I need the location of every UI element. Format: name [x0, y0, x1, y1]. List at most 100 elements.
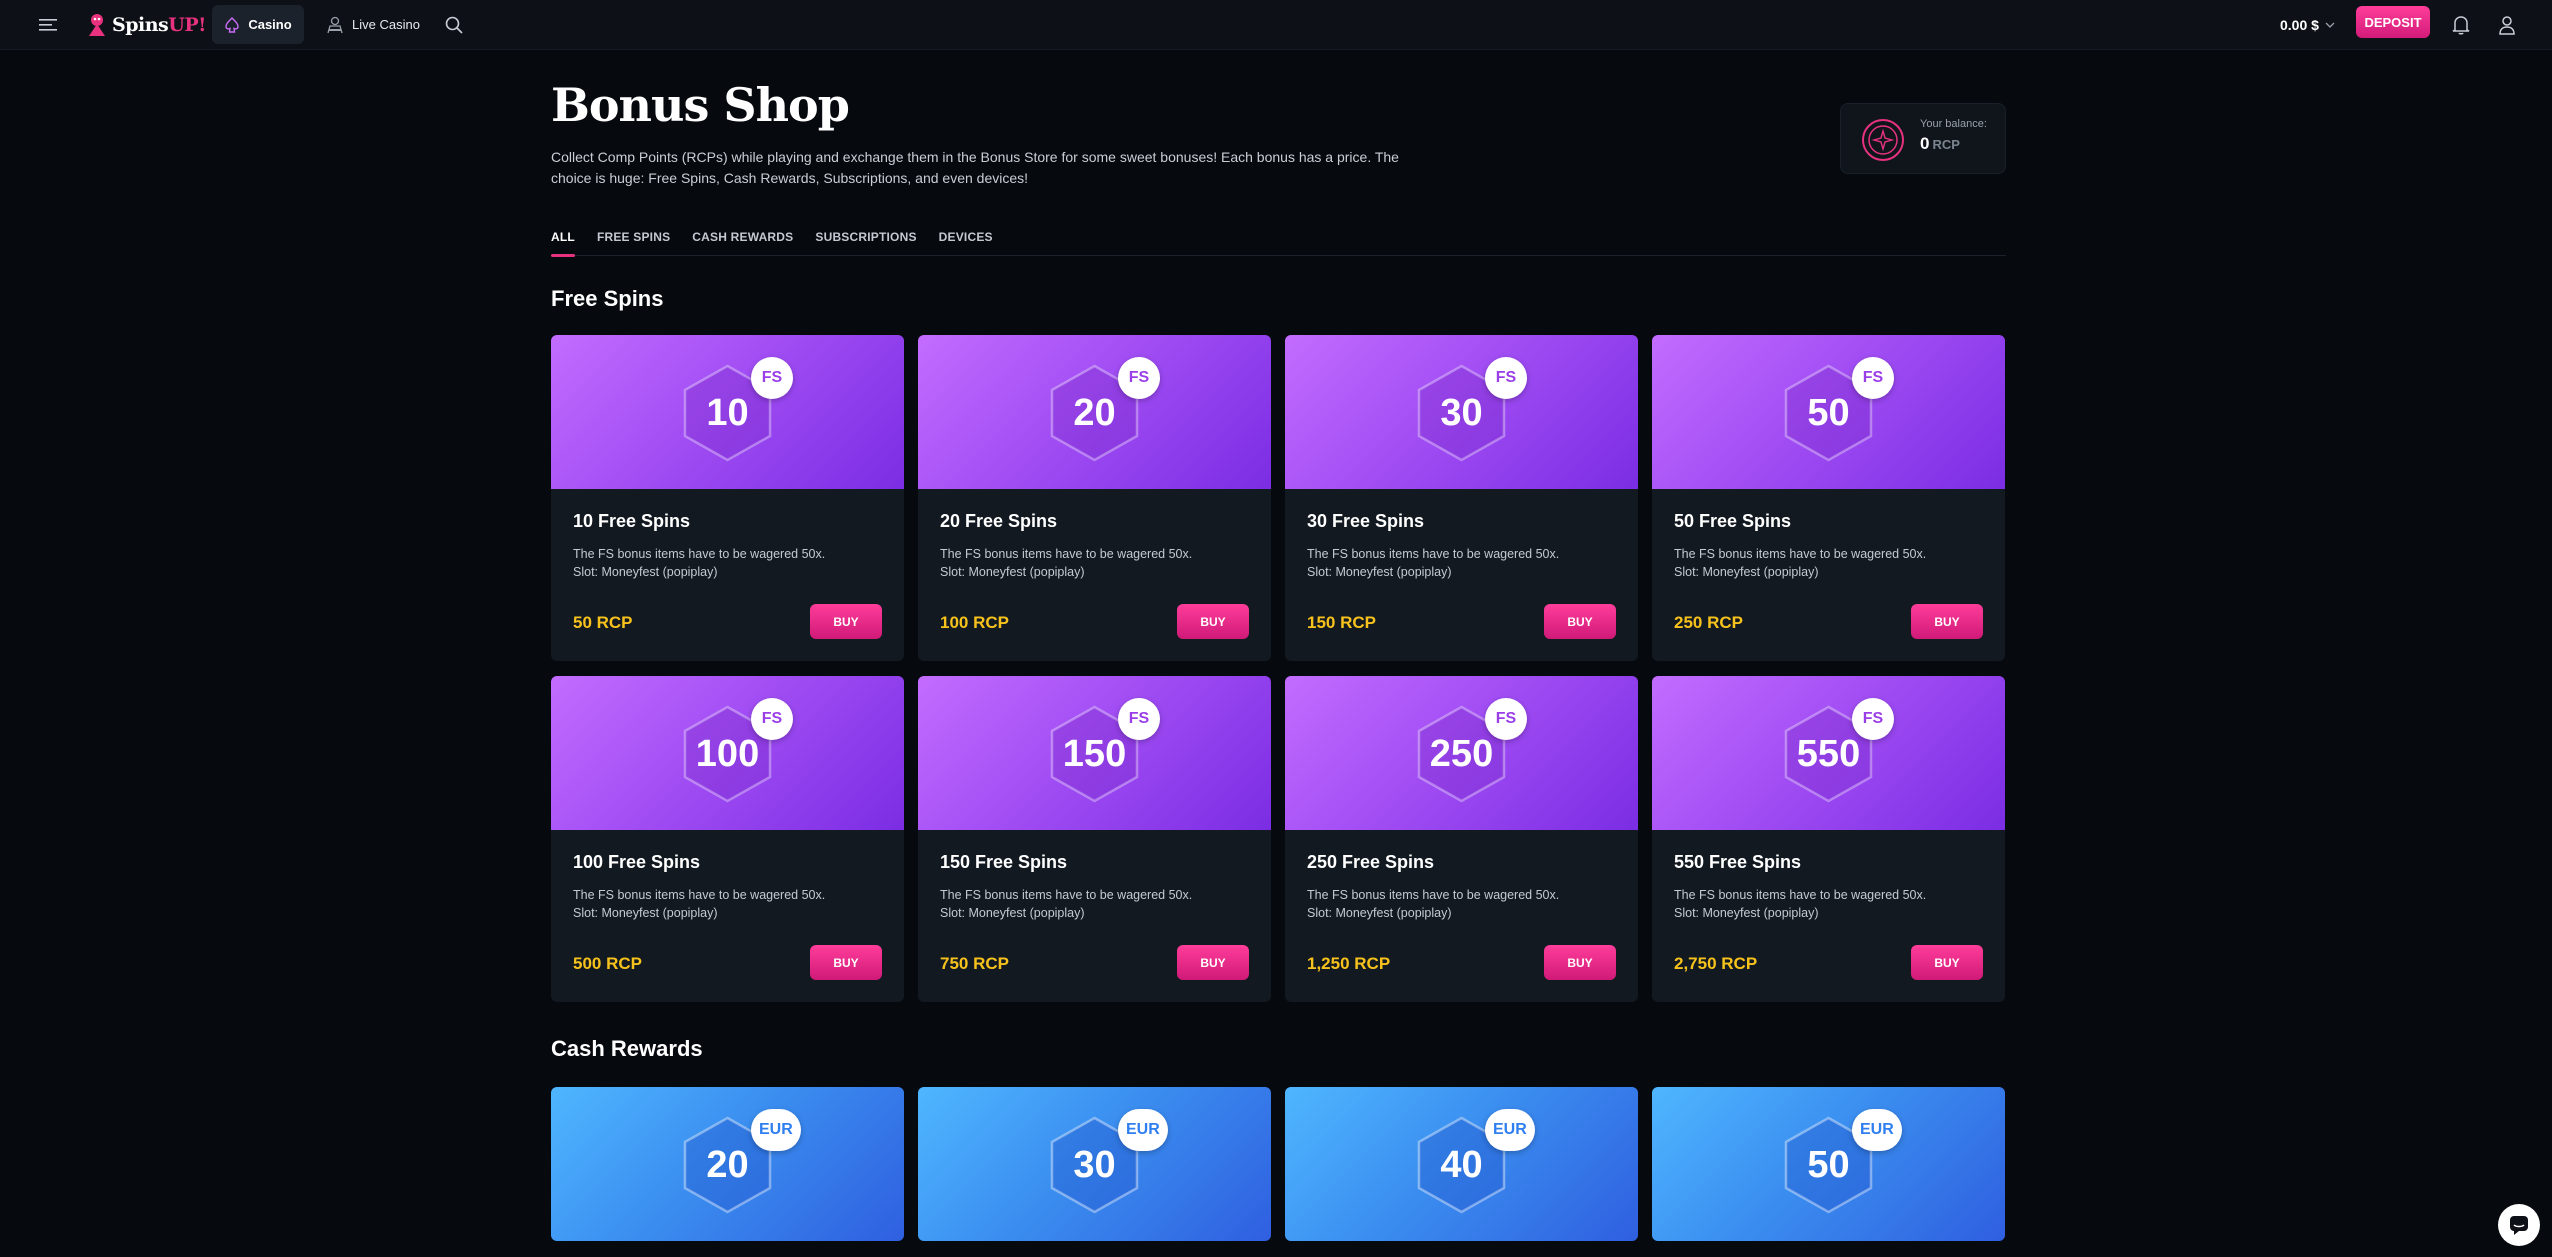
- card-badge: FS: [1118, 357, 1160, 399]
- buy-button[interactable]: BUY: [810, 604, 882, 639]
- card-slot-text: Slot: Moneyfest (popiplay): [1307, 906, 1452, 920]
- chat-icon: [2510, 1216, 2528, 1235]
- card-slot-text: Slot: Moneyfest (popiplay): [1307, 565, 1452, 579]
- top-bar: SpinsUP! Casino Live Casino 0.00 $ DEPOS…: [0, 0, 2552, 50]
- notifications-button[interactable]: [2442, 6, 2480, 44]
- buy-button[interactable]: BUY: [1911, 604, 1983, 639]
- card-price: 250 RCP: [1674, 613, 1743, 632]
- card-title: 250 Free Spins: [1307, 852, 1435, 872]
- buy-button[interactable]: BUY: [1544, 604, 1616, 639]
- card-amount: 40: [1440, 1143, 1483, 1186]
- site-logo[interactable]: SpinsUP!: [86, 8, 206, 42]
- card-banner: 550 FS: [1652, 676, 2005, 830]
- card-wager-text: The FS bonus items have to be wagered 50…: [1674, 547, 1927, 561]
- card-body: 50 Free Spins The FS bonus items have to …: [1652, 489, 2005, 661]
- card-badge: EUR: [1485, 1109, 1535, 1151]
- card-title: 10 Free Spins: [573, 511, 691, 531]
- card-amount: 150: [1062, 732, 1127, 775]
- card-wager-text: The FS bonus items have to be wagered 50…: [940, 888, 1193, 902]
- balance-dropdown[interactable]: 0.00 $: [2280, 8, 2335, 42]
- card-amount: 20: [1073, 391, 1116, 434]
- free-spins-card: 20 FS 20 Free Spins The FS bonus items have…: [918, 335, 1271, 661]
- card-title: 550 Free Spins: [1674, 852, 1802, 872]
- cash-reward-card: 30 EUR: [918, 1087, 1271, 1241]
- card-banner: 250 FS: [1285, 676, 1638, 830]
- card-badge: FS: [1852, 698, 1894, 740]
- free-spins-card: 10 FS 10 Free Spins The FS bonus items have…: [551, 335, 904, 661]
- buy-button[interactable]: BUY: [810, 945, 882, 980]
- card-title: 100 Free Spins: [573, 852, 701, 872]
- rcp-coin-icon: [1862, 119, 1904, 161]
- card-banner: 100 FS: [551, 676, 904, 830]
- cash-reward-card: 40 EUR: [1285, 1087, 1638, 1241]
- card-amount: 550: [1796, 732, 1861, 775]
- card-wager-text: The FS bonus items have to be wagered 50…: [940, 547, 1193, 561]
- card-slot-text: Slot: Moneyfest (popiplay): [940, 565, 1085, 579]
- card-description: The FS bonus items have to be wagered 50…: [940, 545, 1249, 581]
- card-price: 1,250 RCP: [1307, 954, 1391, 973]
- card-body: 100 Free Spins The FS bonus items have to…: [551, 830, 904, 1002]
- chevron-down-icon: [2325, 22, 2335, 28]
- card-description: The FS bonus items have to be wagered 50…: [573, 545, 882, 581]
- buy-button[interactable]: BUY: [1177, 945, 1249, 980]
- card-price: 150 RCP: [1307, 613, 1376, 632]
- menu-button[interactable]: [30, 7, 66, 43]
- card-slot-text: Slot: Moneyfest (popiplay): [940, 906, 1085, 920]
- deposit-button[interactable]: DEPOSIT: [2356, 6, 2430, 38]
- profile-button[interactable]: [2488, 6, 2526, 44]
- tab-all[interactable]: ALL: [551, 222, 575, 257]
- nav-casino-label: Casino: [248, 17, 292, 32]
- card-slot-text: Slot: Moneyfest (popiplay): [1674, 565, 1819, 579]
- category-tabs: ALL FREE SPINS CASH REWARDS SUBSCRIPTION…: [551, 222, 2006, 257]
- card-banner: 30 FS: [1285, 335, 1638, 489]
- tab-free-spins[interactable]: FREE SPINS: [597, 222, 670, 256]
- card-price: 2,750 RCP: [1674, 954, 1758, 973]
- card-slot-text: Slot: Moneyfest (popiplay): [573, 906, 718, 920]
- card-wager-text: The FS bonus items have to be wagered 50…: [1307, 888, 1560, 902]
- card-amount: 50: [1807, 1143, 1850, 1186]
- card-amount: 100: [695, 732, 760, 775]
- card-price: 50 RCP: [573, 613, 633, 632]
- card-badge: FS: [1485, 698, 1527, 740]
- nav-live-label: Live Casino: [352, 17, 420, 32]
- card-body: 10 Free Spins The FS bonus items have to …: [551, 489, 904, 661]
- card-wager-text: The FS bonus items have to be wagered 50…: [573, 547, 826, 561]
- card-banner: 20 EUR: [551, 1087, 904, 1241]
- card-badge: FS: [751, 357, 793, 399]
- cash-reward-card: 20 EUR: [551, 1087, 904, 1241]
- hamburger-icon: [39, 19, 57, 31]
- card-price: 100 RCP: [940, 613, 1009, 632]
- section-title-free-spins: Free Spins: [551, 286, 664, 311]
- card-wager-text: The FS bonus items have to be wagered 50…: [573, 888, 826, 902]
- buy-button[interactable]: BUY: [1911, 945, 1983, 980]
- card-amount: 50: [1807, 391, 1850, 434]
- free-spins-card: 50 FS 50 Free Spins The FS bonus items have…: [1652, 335, 2005, 661]
- card-description: The FS bonus items have to be wagered 50…: [1674, 886, 1983, 922]
- rcp-balance-card: Your balance: 0 RCP: [1840, 103, 2006, 174]
- card-amount: 30: [1073, 1143, 1116, 1186]
- card-body: 550 Free Spins The FS bonus items have to…: [1652, 830, 2005, 1002]
- free-spins-card: 550 FS 550 Free Spins The FS bonus items ha…: [1652, 676, 2005, 1002]
- tab-devices[interactable]: DEVICES: [939, 222, 993, 256]
- card-banner: 40 EUR: [1285, 1087, 1638, 1241]
- card-wager-text: The FS bonus items have to be wagered 50…: [1674, 888, 1927, 902]
- chat-button[interactable]: [2498, 1204, 2540, 1246]
- card-banner: 50 FS: [1652, 335, 2005, 489]
- tab-subscriptions[interactable]: SUBSCRIPTIONS: [815, 222, 916, 256]
- card-banner: 150 FS: [918, 676, 1271, 830]
- nav-casino[interactable]: Casino: [212, 5, 304, 44]
- buy-button[interactable]: BUY: [1177, 604, 1249, 639]
- logo-mascot-icon: [89, 14, 105, 36]
- free-spins-card: 250 FS 250 Free Spins The FS bonus items ha…: [1285, 676, 1638, 1002]
- card-body: 20 Free Spins The FS bonus items have to …: [918, 489, 1271, 661]
- card-price: 750 RCP: [940, 954, 1009, 973]
- user-icon: [2499, 16, 2515, 35]
- card-banner: 20 FS: [918, 335, 1271, 489]
- buy-button[interactable]: BUY: [1544, 945, 1616, 980]
- page-title: Bonus Shop: [551, 78, 850, 132]
- search-button[interactable]: [434, 5, 473, 44]
- nav-live-casino[interactable]: Live Casino: [316, 5, 430, 44]
- card-description: The FS bonus items have to be wagered 50…: [1307, 886, 1616, 922]
- card-description: The FS bonus items have to be wagered 50…: [1674, 545, 1983, 581]
- tab-cash-rewards[interactable]: CASH REWARDS: [692, 222, 793, 256]
